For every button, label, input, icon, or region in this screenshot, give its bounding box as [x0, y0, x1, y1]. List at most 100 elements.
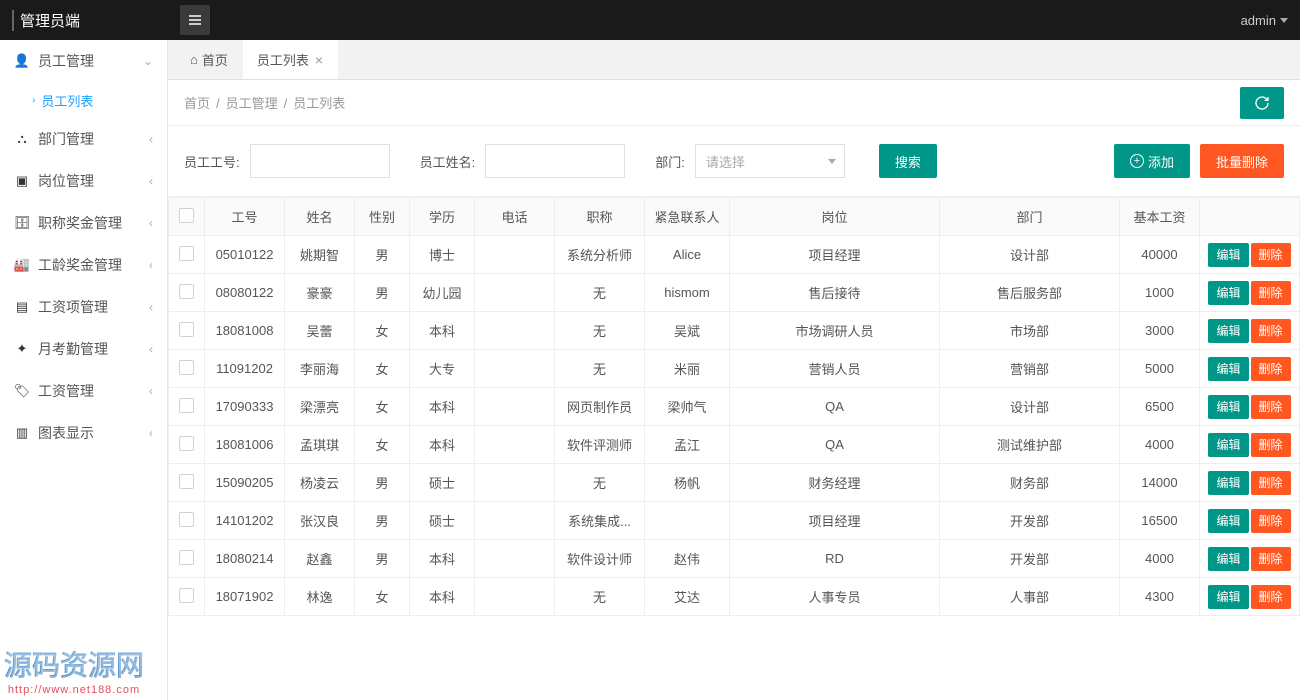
- table-cell: 18081006: [205, 426, 285, 464]
- edit-button[interactable]: 编辑: [1208, 433, 1248, 457]
- building-icon: 🏭: [14, 257, 30, 273]
- sidebar-sub-employee-list[interactable]: › 员工列表: [0, 82, 167, 118]
- chevron-left-icon: ‹: [149, 258, 153, 272]
- delete-button[interactable]: 删除: [1251, 433, 1291, 457]
- sidebar-item-department[interactable]: ⛬ 部门管理 ‹: [0, 118, 167, 160]
- table-cell: [475, 426, 555, 464]
- row-checkbox[interactable]: [179, 550, 194, 565]
- sidebar-item-salary-item[interactable]: ▤ 工资项管理 ‹: [0, 286, 167, 328]
- table-cell: 无: [555, 464, 645, 502]
- table-cell: 营销部: [939, 350, 1119, 388]
- tab-home[interactable]: ⌂ 首页: [176, 40, 243, 79]
- table-cell: 女: [355, 388, 410, 426]
- tab-bar: ⌂ 首页 员工列表 ×: [168, 40, 1300, 80]
- table-cell: 女: [355, 426, 410, 464]
- table-cell: 软件设计师: [555, 540, 645, 578]
- edit-button[interactable]: 编辑: [1208, 547, 1248, 571]
- batch-delete-button[interactable]: 批量删除: [1200, 144, 1284, 178]
- delete-button[interactable]: 删除: [1251, 281, 1291, 305]
- employee-name-input[interactable]: [485, 144, 625, 178]
- dept-select[interactable]: 请选择: [695, 144, 845, 178]
- employee-id-input[interactable]: [250, 144, 390, 178]
- edit-button[interactable]: 编辑: [1208, 395, 1248, 419]
- edit-button[interactable]: 编辑: [1208, 585, 1248, 609]
- table-cell: 孟琪琪: [285, 426, 355, 464]
- table-cell: 网页制作员: [555, 388, 645, 426]
- edit-button[interactable]: 编辑: [1208, 319, 1248, 343]
- table-cell: hismom: [645, 274, 730, 312]
- table-cell: 1000: [1120, 274, 1200, 312]
- table-cell: 5000: [1120, 350, 1200, 388]
- table-cell: 售后服务部: [939, 274, 1119, 312]
- table-cell: 开发部: [939, 540, 1119, 578]
- calendar-icon: ✦: [14, 341, 30, 357]
- select-all-checkbox[interactable]: [179, 208, 194, 223]
- table-cell: 16500: [1120, 502, 1200, 540]
- user-name: admin: [1241, 13, 1276, 28]
- edit-button[interactable]: 编辑: [1208, 509, 1248, 533]
- briefcase-icon: 🗄: [14, 215, 30, 231]
- delete-button[interactable]: 删除: [1251, 547, 1291, 571]
- sidebar-item-salary[interactable]: 🏷 工资管理 ‹: [0, 370, 167, 412]
- row-checkbox[interactable]: [179, 436, 194, 451]
- row-checkbox[interactable]: [179, 284, 194, 299]
- delete-button[interactable]: 删除: [1251, 243, 1291, 267]
- chevron-left-icon: ‹: [149, 132, 153, 146]
- delete-button[interactable]: 删除: [1251, 509, 1291, 533]
- delete-button[interactable]: 删除: [1251, 585, 1291, 609]
- table-cell: 4300: [1120, 578, 1200, 616]
- row-checkbox[interactable]: [179, 474, 194, 489]
- sidebar-item-title-bonus[interactable]: 🗄 职称奖金管理 ‹: [0, 202, 167, 244]
- search-button[interactable]: 搜索: [879, 144, 937, 178]
- row-checkbox[interactable]: [179, 398, 194, 413]
- edit-button[interactable]: 编辑: [1208, 243, 1248, 267]
- chevron-left-icon: ‹: [149, 384, 153, 398]
- sidebar-toggle[interactable]: [180, 5, 210, 35]
- row-checkbox[interactable]: [179, 322, 194, 337]
- table-cell: 无: [555, 350, 645, 388]
- table-cell: [475, 502, 555, 540]
- home-icon: ⌂: [190, 52, 198, 67]
- row-checkbox[interactable]: [179, 360, 194, 375]
- row-checkbox[interactable]: [179, 588, 194, 603]
- table-cell: 姚期智: [285, 236, 355, 274]
- edit-button[interactable]: 编辑: [1208, 281, 1248, 305]
- edit-button[interactable]: 编辑: [1208, 471, 1248, 495]
- table-cell: [475, 274, 555, 312]
- table-cell: 男: [355, 236, 410, 274]
- sidebar-item-attendance[interactable]: ✦ 月考勤管理 ‹: [0, 328, 167, 370]
- table-cell: 财务经理: [730, 464, 940, 502]
- tab-employee-list[interactable]: 员工列表 ×: [243, 40, 338, 79]
- chevron-left-icon: ‹: [149, 426, 153, 440]
- table-cell: [475, 312, 555, 350]
- table-cell: 营销人员: [730, 350, 940, 388]
- table-cell: 人事部: [939, 578, 1119, 616]
- user-menu[interactable]: admin: [1241, 13, 1288, 28]
- table-cell: 男: [355, 502, 410, 540]
- table-cell: [475, 464, 555, 502]
- table-cell: 4000: [1120, 426, 1200, 464]
- sidebar-item-seniority-bonus[interactable]: 🏭 工龄奖金管理 ‹: [0, 244, 167, 286]
- refresh-icon: [1254, 95, 1270, 111]
- close-icon[interactable]: ×: [315, 52, 323, 68]
- delete-button[interactable]: 删除: [1251, 471, 1291, 495]
- table-cell: 系统分析师: [555, 236, 645, 274]
- delete-button[interactable]: 删除: [1251, 319, 1291, 343]
- sidebar-item-charts[interactable]: ▥ 图表显示 ‹: [0, 412, 167, 454]
- add-button[interactable]: + 添加: [1114, 144, 1190, 178]
- delete-button[interactable]: 删除: [1251, 357, 1291, 381]
- table-cell: 杨凌云: [285, 464, 355, 502]
- table-cell: 项目经理: [730, 502, 940, 540]
- delete-button[interactable]: 删除: [1251, 395, 1291, 419]
- table-cell: 博士: [410, 236, 475, 274]
- row-checkbox[interactable]: [179, 246, 194, 261]
- table-cell: 测试维护部: [939, 426, 1119, 464]
- sidebar-item-position[interactable]: ▣ 岗位管理 ‹: [0, 160, 167, 202]
- row-checkbox[interactable]: [179, 512, 194, 527]
- table-cell: 14000: [1120, 464, 1200, 502]
- sidebar-item-employee[interactable]: 👤 员工管理 ⌄: [0, 40, 167, 82]
- refresh-button[interactable]: [1240, 87, 1284, 119]
- table-cell: 无: [555, 274, 645, 312]
- edit-button[interactable]: 编辑: [1208, 357, 1248, 381]
- table-cell: 18080214: [205, 540, 285, 578]
